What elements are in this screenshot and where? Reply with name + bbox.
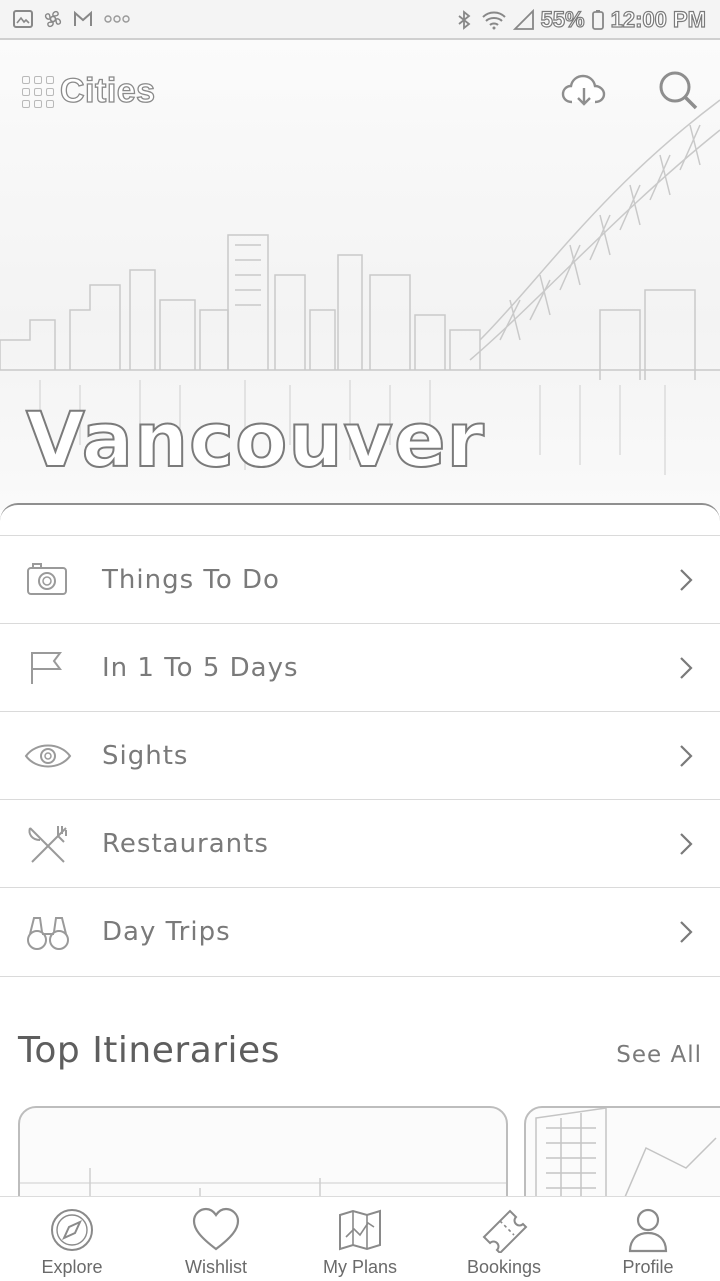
compass-icon [51, 1209, 93, 1251]
battery-percent: 55% [540, 6, 585, 32]
see-all-link[interactable]: See All [616, 1042, 702, 1068]
menu-item-in-1-to-5-days[interactable]: In 1 To 5 Days [0, 623, 720, 711]
menu-item-label: Day Trips [102, 917, 231, 947]
menu-item-day-trips[interactable]: Day Trips [0, 887, 720, 977]
grid-logo-icon [22, 75, 54, 108]
nav-bookings[interactable]: Bookings [432, 1197, 576, 1281]
menu-item-label: Restaurants [102, 828, 269, 859]
status-bar: 55% 12:00 PM [0, 0, 720, 40]
fan-icon [44, 10, 62, 28]
bottom-navigation: Explore Wishlist My Plans Bookings Profi… [0, 1196, 720, 1281]
cloud-download-icon[interactable] [560, 66, 608, 114]
chevron-right-icon [680, 656, 693, 679]
eye-icon [24, 744, 72, 767]
gmail-icon [74, 10, 92, 26]
app-logo[interactable]: Cities [22, 71, 156, 111]
nav-my-plans[interactable]: My Plans [288, 1197, 432, 1281]
wifi-icon [481, 11, 506, 30]
more-dots-icon [104, 15, 130, 23]
bluetooth-icon [458, 10, 471, 30]
fork-knife-icon [28, 825, 67, 863]
person-icon [628, 1208, 668, 1253]
clock: 12:00 PM [610, 6, 707, 32]
menu-item-label: Things To Do [102, 564, 280, 595]
chevron-right-icon [680, 568, 693, 591]
search-icon[interactable] [654, 66, 702, 114]
chevron-right-icon [680, 832, 693, 855]
chevron-right-icon [680, 744, 693, 767]
gallery-icon [13, 10, 33, 28]
menu-item-label: In 1 To 5 Days [102, 652, 299, 683]
nav-label: Profile [622, 1257, 674, 1277]
signal-icon [512, 9, 534, 30]
battery-icon [591, 10, 604, 30]
app-name: Cities [59, 71, 156, 110]
camera-icon [27, 562, 67, 595]
chevron-right-icon [680, 921, 693, 943]
binoculars-icon [27, 917, 69, 950]
nav-profile[interactable]: Profile [576, 1197, 720, 1281]
nav-label: Wishlist [185, 1257, 247, 1277]
menu-item-restaurants[interactable]: Restaurants [0, 799, 720, 887]
city-hero-image: Cities Vancouver [0, 40, 720, 510]
nav-label: My Plans [322, 1257, 398, 1277]
category-menu: Things To Do In 1 To 5 Days Sights Resta… [0, 535, 720, 977]
section-title: Top Itineraries [18, 1030, 280, 1071]
nav-label: Explore [41, 1257, 103, 1277]
nav-label: Bookings [466, 1257, 542, 1277]
menu-item-things-to-do[interactable]: Things To Do [0, 535, 720, 623]
city-title: Vancouver [25, 394, 485, 485]
map-icon [339, 1209, 381, 1251]
heart-icon [192, 1207, 240, 1251]
flag-icon [31, 651, 62, 684]
ticket-icon [482, 1209, 528, 1253]
nav-explore[interactable]: Explore [0, 1197, 144, 1281]
nav-wishlist[interactable]: Wishlist [144, 1197, 288, 1281]
menu-item-sights[interactable]: Sights [0, 711, 720, 799]
menu-item-label: Sights [102, 740, 189, 771]
